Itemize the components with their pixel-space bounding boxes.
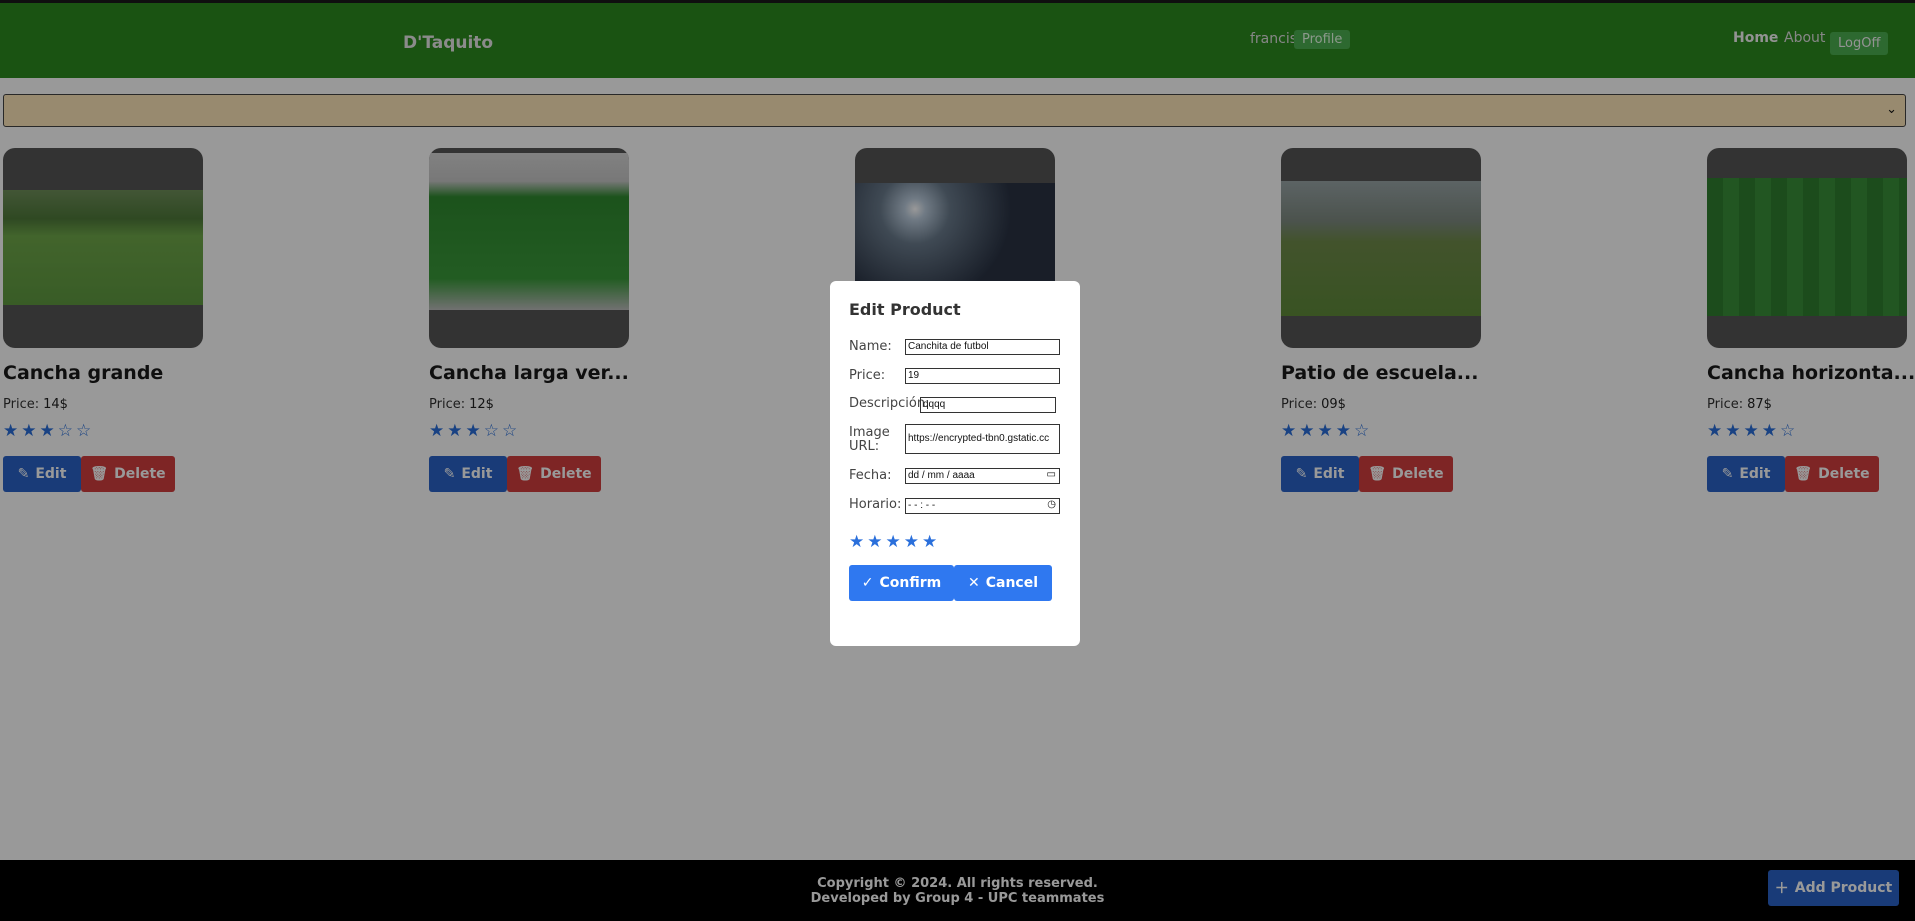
image-url-label-line1: Image (849, 425, 890, 440)
image-url-label-line2: URL: (849, 439, 880, 454)
modal-title: Edit Product (849, 300, 961, 319)
edit-product-modal: Edit Product Name: Canchita de futbol Pr… (830, 281, 1080, 646)
calendar-icon[interactable]: ▭ (1047, 469, 1056, 480)
close-icon: ✕ (967, 575, 980, 591)
description-input[interactable]: qqqq (920, 397, 1056, 413)
price-input[interactable]: 19 (905, 368, 1060, 384)
modal-rating-stars[interactable]: ★★★★★ (849, 532, 940, 552)
image-url-input[interactable]: https://encrypted-tbn0.gstatic.cc (905, 424, 1060, 454)
description-label: Descripción: (849, 396, 930, 411)
time-input[interactable]: - - : - - ◷ (905, 498, 1060, 514)
date-label: Fecha: (849, 468, 892, 483)
price-label: Price: (849, 368, 886, 383)
name-input[interactable]: Canchita de futbol (905, 339, 1060, 355)
cancel-button[interactable]: ✕ Cancel (954, 565, 1052, 601)
confirm-button[interactable]: ✓ Confirm (849, 565, 954, 601)
confirm-button-label: Confirm (879, 575, 942, 591)
check-icon: ✓ (861, 575, 874, 591)
name-label: Name: (849, 339, 892, 354)
date-input[interactable]: dd / mm / aaaa ▭ (905, 468, 1060, 484)
time-placeholder: - - : - - (908, 500, 936, 511)
clock-icon[interactable]: ◷ (1047, 499, 1056, 510)
date-placeholder: dd / mm / aaaa (908, 470, 975, 481)
cancel-button-label: Cancel (985, 575, 1038, 591)
time-label: Horario: (849, 497, 902, 512)
